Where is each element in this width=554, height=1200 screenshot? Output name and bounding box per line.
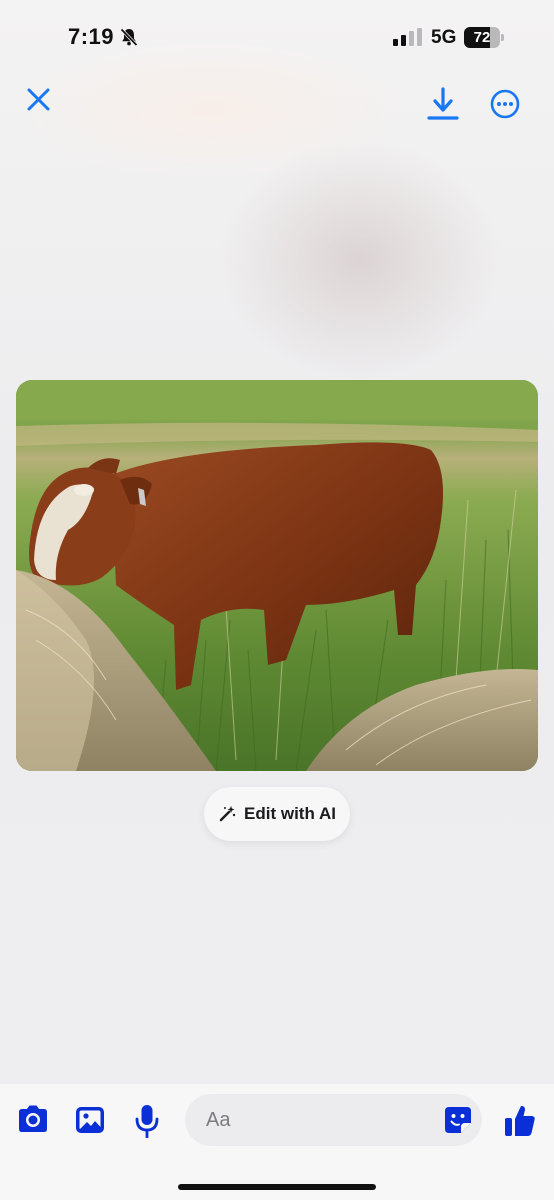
download-icon [427,87,459,120]
status-time: 7:19 [68,24,115,49]
battery-percent: 72 [473,29,491,46]
close-button[interactable] [24,85,54,115]
edit-with-ai-button[interactable]: Edit with AI [204,787,350,841]
status-bar: 7:19 5G 72 [0,0,554,70]
gallery-button[interactable] [75,1106,105,1139]
microphone-icon [135,1105,159,1139]
sticker-button[interactable] [444,1106,472,1139]
like-button[interactable] [504,1104,536,1142]
home-indicator [178,1184,376,1190]
bell-slash-icon [119,27,139,52]
edit-with-ai-label: Edit with AI [244,804,336,823]
download-button[interactable] [427,86,459,122]
signal-bars-icon [393,28,423,51]
sticker-icon [445,1107,471,1133]
battery-indicator: 72 [464,27,506,48]
more-options-button[interactable] [489,88,521,120]
photo-cow-in-grass[interactable] [16,380,538,771]
network-type: 5G [431,27,457,48]
message-composer [0,1084,554,1200]
image-icon [76,1107,104,1133]
magic-wand-icon [219,806,236,822]
close-icon [27,88,50,111]
message-input[interactable] [185,1094,482,1146]
voice-button[interactable] [134,1104,160,1143]
camera-icon [19,1105,47,1132]
more-options-icon [490,89,520,119]
camera-button[interactable] [16,1104,50,1139]
thumbs-up-icon [505,1105,535,1136]
